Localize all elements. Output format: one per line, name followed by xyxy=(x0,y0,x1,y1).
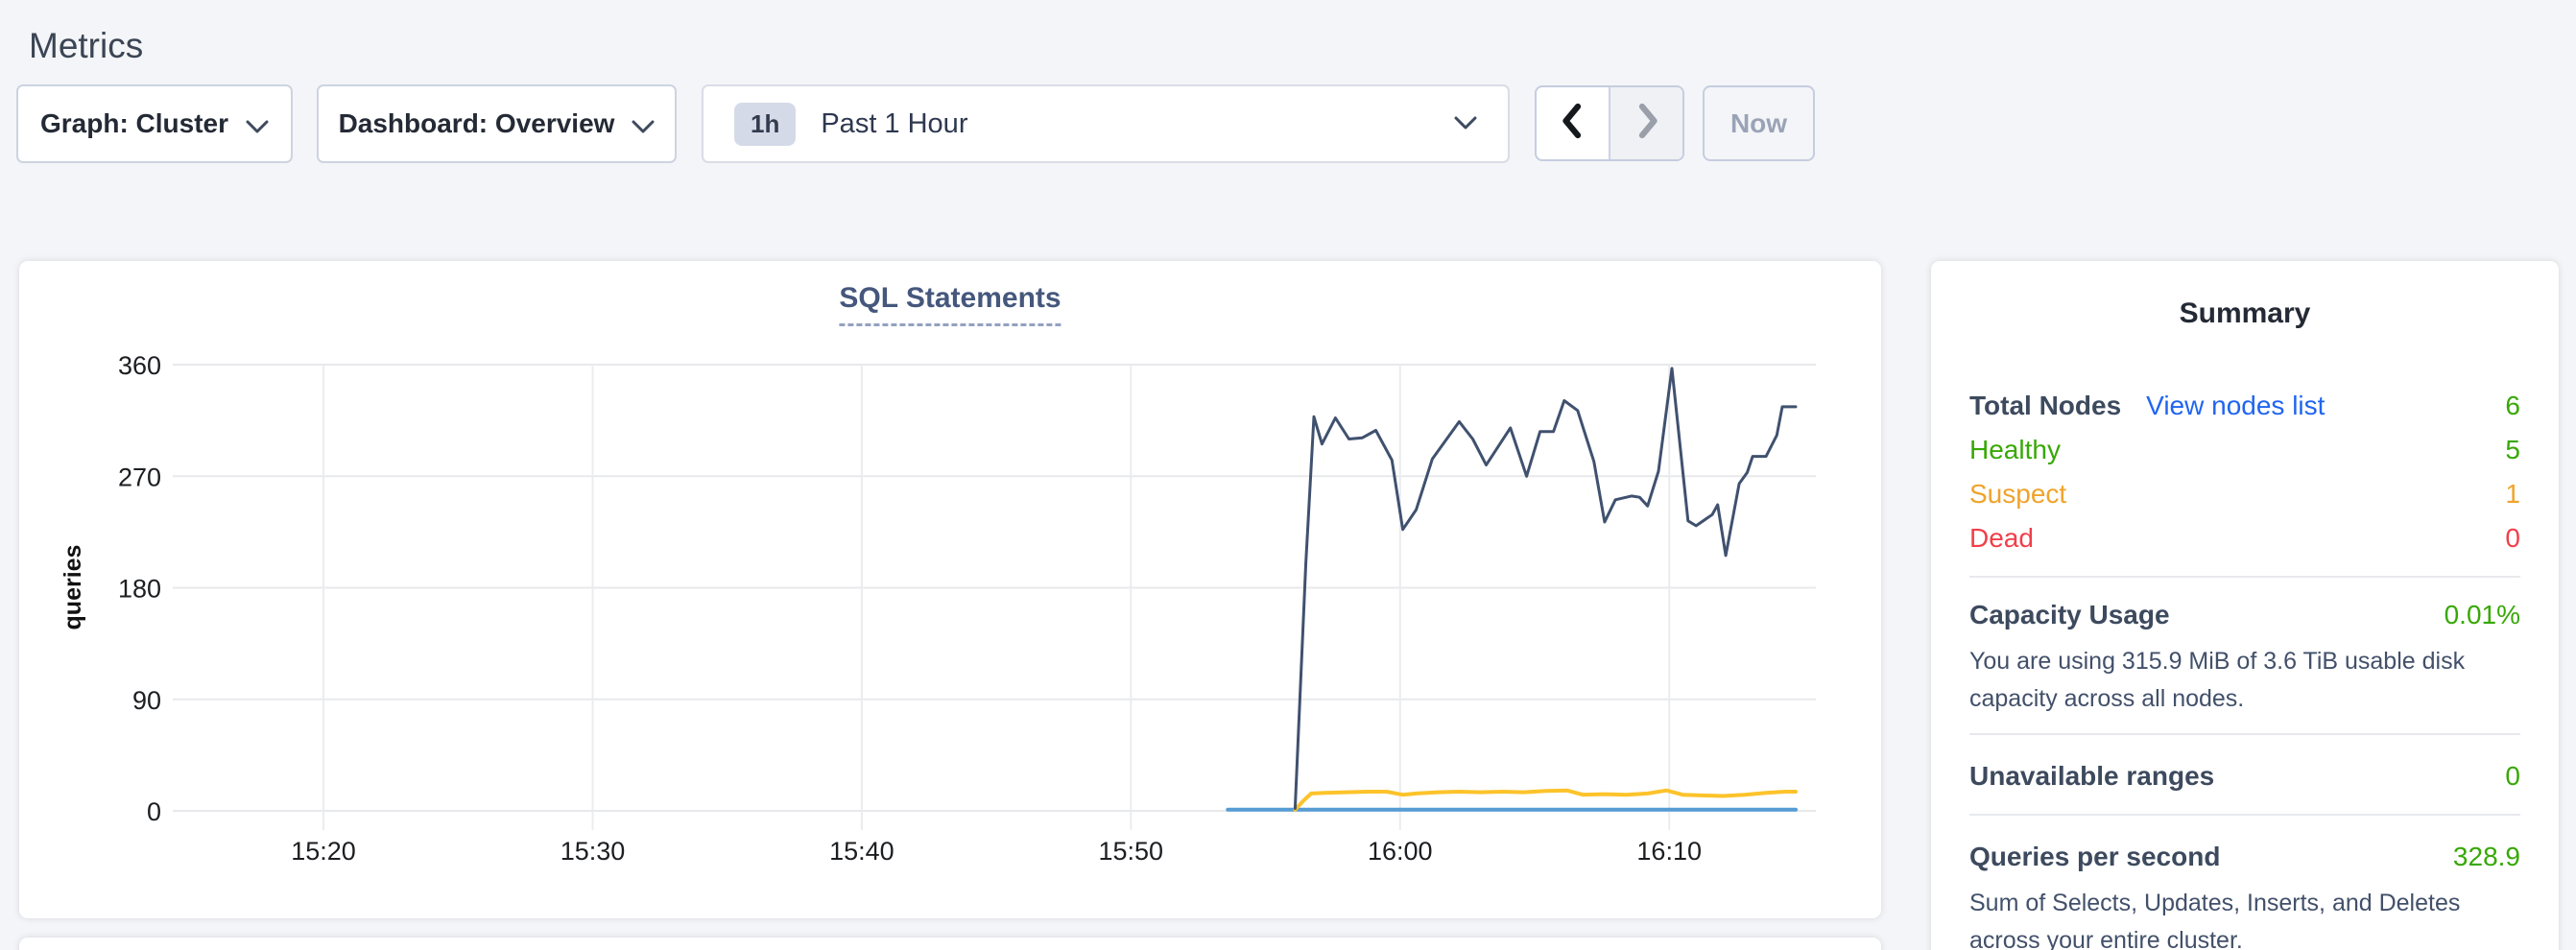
total-nodes-value: 6 xyxy=(2505,384,2520,428)
suspect-nodes-row: Suspect 1 xyxy=(1969,472,2520,516)
y-tick-label: 270 xyxy=(118,463,161,491)
queries-per-second-label: Queries per second xyxy=(1969,835,2220,879)
y-tick-label: 90 xyxy=(132,686,161,715)
now-button[interactable]: Now xyxy=(1703,85,1815,161)
queries-per-second-description: Sum of Selects, Updates, Inserts, and De… xyxy=(1969,885,2520,950)
total-nodes-row: Total Nodes View nodes list 6 xyxy=(1969,384,2520,428)
queries-per-second-value: 328.9 xyxy=(2453,835,2520,879)
chevron-down-icon xyxy=(632,110,655,141)
unavailable-ranges-row: Unavailable ranges 0 xyxy=(1969,754,2520,798)
x-tick-label: 15:30 xyxy=(561,837,626,866)
series-line-low-yellow xyxy=(1295,791,1796,810)
healthy-value: 5 xyxy=(2505,428,2520,472)
dashboard-dropdown-label: Dashboard: Overview xyxy=(339,108,615,139)
chart-plot-area[interactable]: 0 90 180 270 360 15:20 15:30 15:40 15:50 16:00 16:… xyxy=(19,261,1881,918)
time-range-step-buttons xyxy=(1535,85,1684,161)
capacity-usage-row: Capacity Usage 0.01% xyxy=(1969,593,2520,637)
dead-value: 0 xyxy=(2505,516,2520,560)
time-range-label: Past 1 Hour xyxy=(821,108,967,140)
divider xyxy=(1969,814,2520,816)
divider xyxy=(1969,733,2520,735)
graph-dropdown-label: Graph: Cluster xyxy=(40,108,228,139)
next-chart-card-top xyxy=(19,938,1881,950)
node-status-rows: Total Nodes View nodes list 6 Healthy 5 … xyxy=(1969,384,2520,560)
next-time-button[interactable] xyxy=(1609,87,1682,159)
suspect-value: 1 xyxy=(2505,472,2520,516)
chevron-right-icon xyxy=(1633,101,1661,146)
metrics-page: Metrics Graph: Cluster Dashboard: Overvi… xyxy=(0,0,2576,950)
unavailable-ranges-value: 0 xyxy=(2505,754,2520,798)
y-tick-label: 360 xyxy=(118,351,161,380)
x-tick-label: 15:50 xyxy=(1099,837,1164,866)
suspect-label: Suspect xyxy=(1969,472,2066,516)
capacity-usage-value: 0.01% xyxy=(2445,593,2520,637)
now-button-label: Now xyxy=(1730,108,1787,139)
healthy-label: Healthy xyxy=(1969,428,2061,472)
dead-label: Dead xyxy=(1969,516,2034,560)
time-range-selector[interactable]: 1h Past 1 Hour xyxy=(702,84,1510,163)
x-tick-label: 16:10 xyxy=(1636,837,1702,866)
prev-time-button[interactable] xyxy=(1537,87,1609,159)
time-range-badge: 1h xyxy=(734,103,796,146)
dashboard-dropdown[interactable]: Dashboard: Overview xyxy=(317,84,677,163)
sql-statements-chart-card: SQL Statements 09018027036015:2015:3015:… xyxy=(19,261,1881,918)
summary-heading: Summary xyxy=(1969,297,2520,330)
y-tick-label: 0 xyxy=(147,797,161,826)
page-title: Metrics xyxy=(29,26,143,66)
capacity-usage-label: Capacity Usage xyxy=(1969,593,2170,637)
x-tick-label: 16:00 xyxy=(1368,837,1433,866)
healthy-nodes-row: Healthy 5 xyxy=(1969,428,2520,472)
queries-per-second-row: Queries per second 328.9 xyxy=(1969,835,2520,879)
capacity-usage-description: You are using 315.9 MiB of 3.6 TiB usabl… xyxy=(1969,643,2520,718)
dead-nodes-row: Dead 0 xyxy=(1969,516,2520,560)
divider xyxy=(1969,576,2520,578)
x-tick-label: 15:40 xyxy=(829,837,894,866)
y-tick-label: 180 xyxy=(118,575,161,604)
chevron-down-icon xyxy=(1454,116,1477,135)
summary-panel: Summary Total Nodes View nodes list 6 He… xyxy=(1931,261,2559,950)
x-tick-label: 15:20 xyxy=(291,837,356,866)
total-nodes-label: Total Nodes xyxy=(1969,384,2121,428)
chevron-left-icon xyxy=(1559,101,1587,146)
graph-dropdown[interactable]: Graph: Cluster xyxy=(16,84,293,163)
chevron-down-icon xyxy=(246,110,269,141)
y-axis-label: queries xyxy=(60,545,86,630)
view-nodes-link[interactable]: View nodes list xyxy=(2146,384,2325,428)
unavailable-ranges-label: Unavailable ranges xyxy=(1969,754,2214,798)
